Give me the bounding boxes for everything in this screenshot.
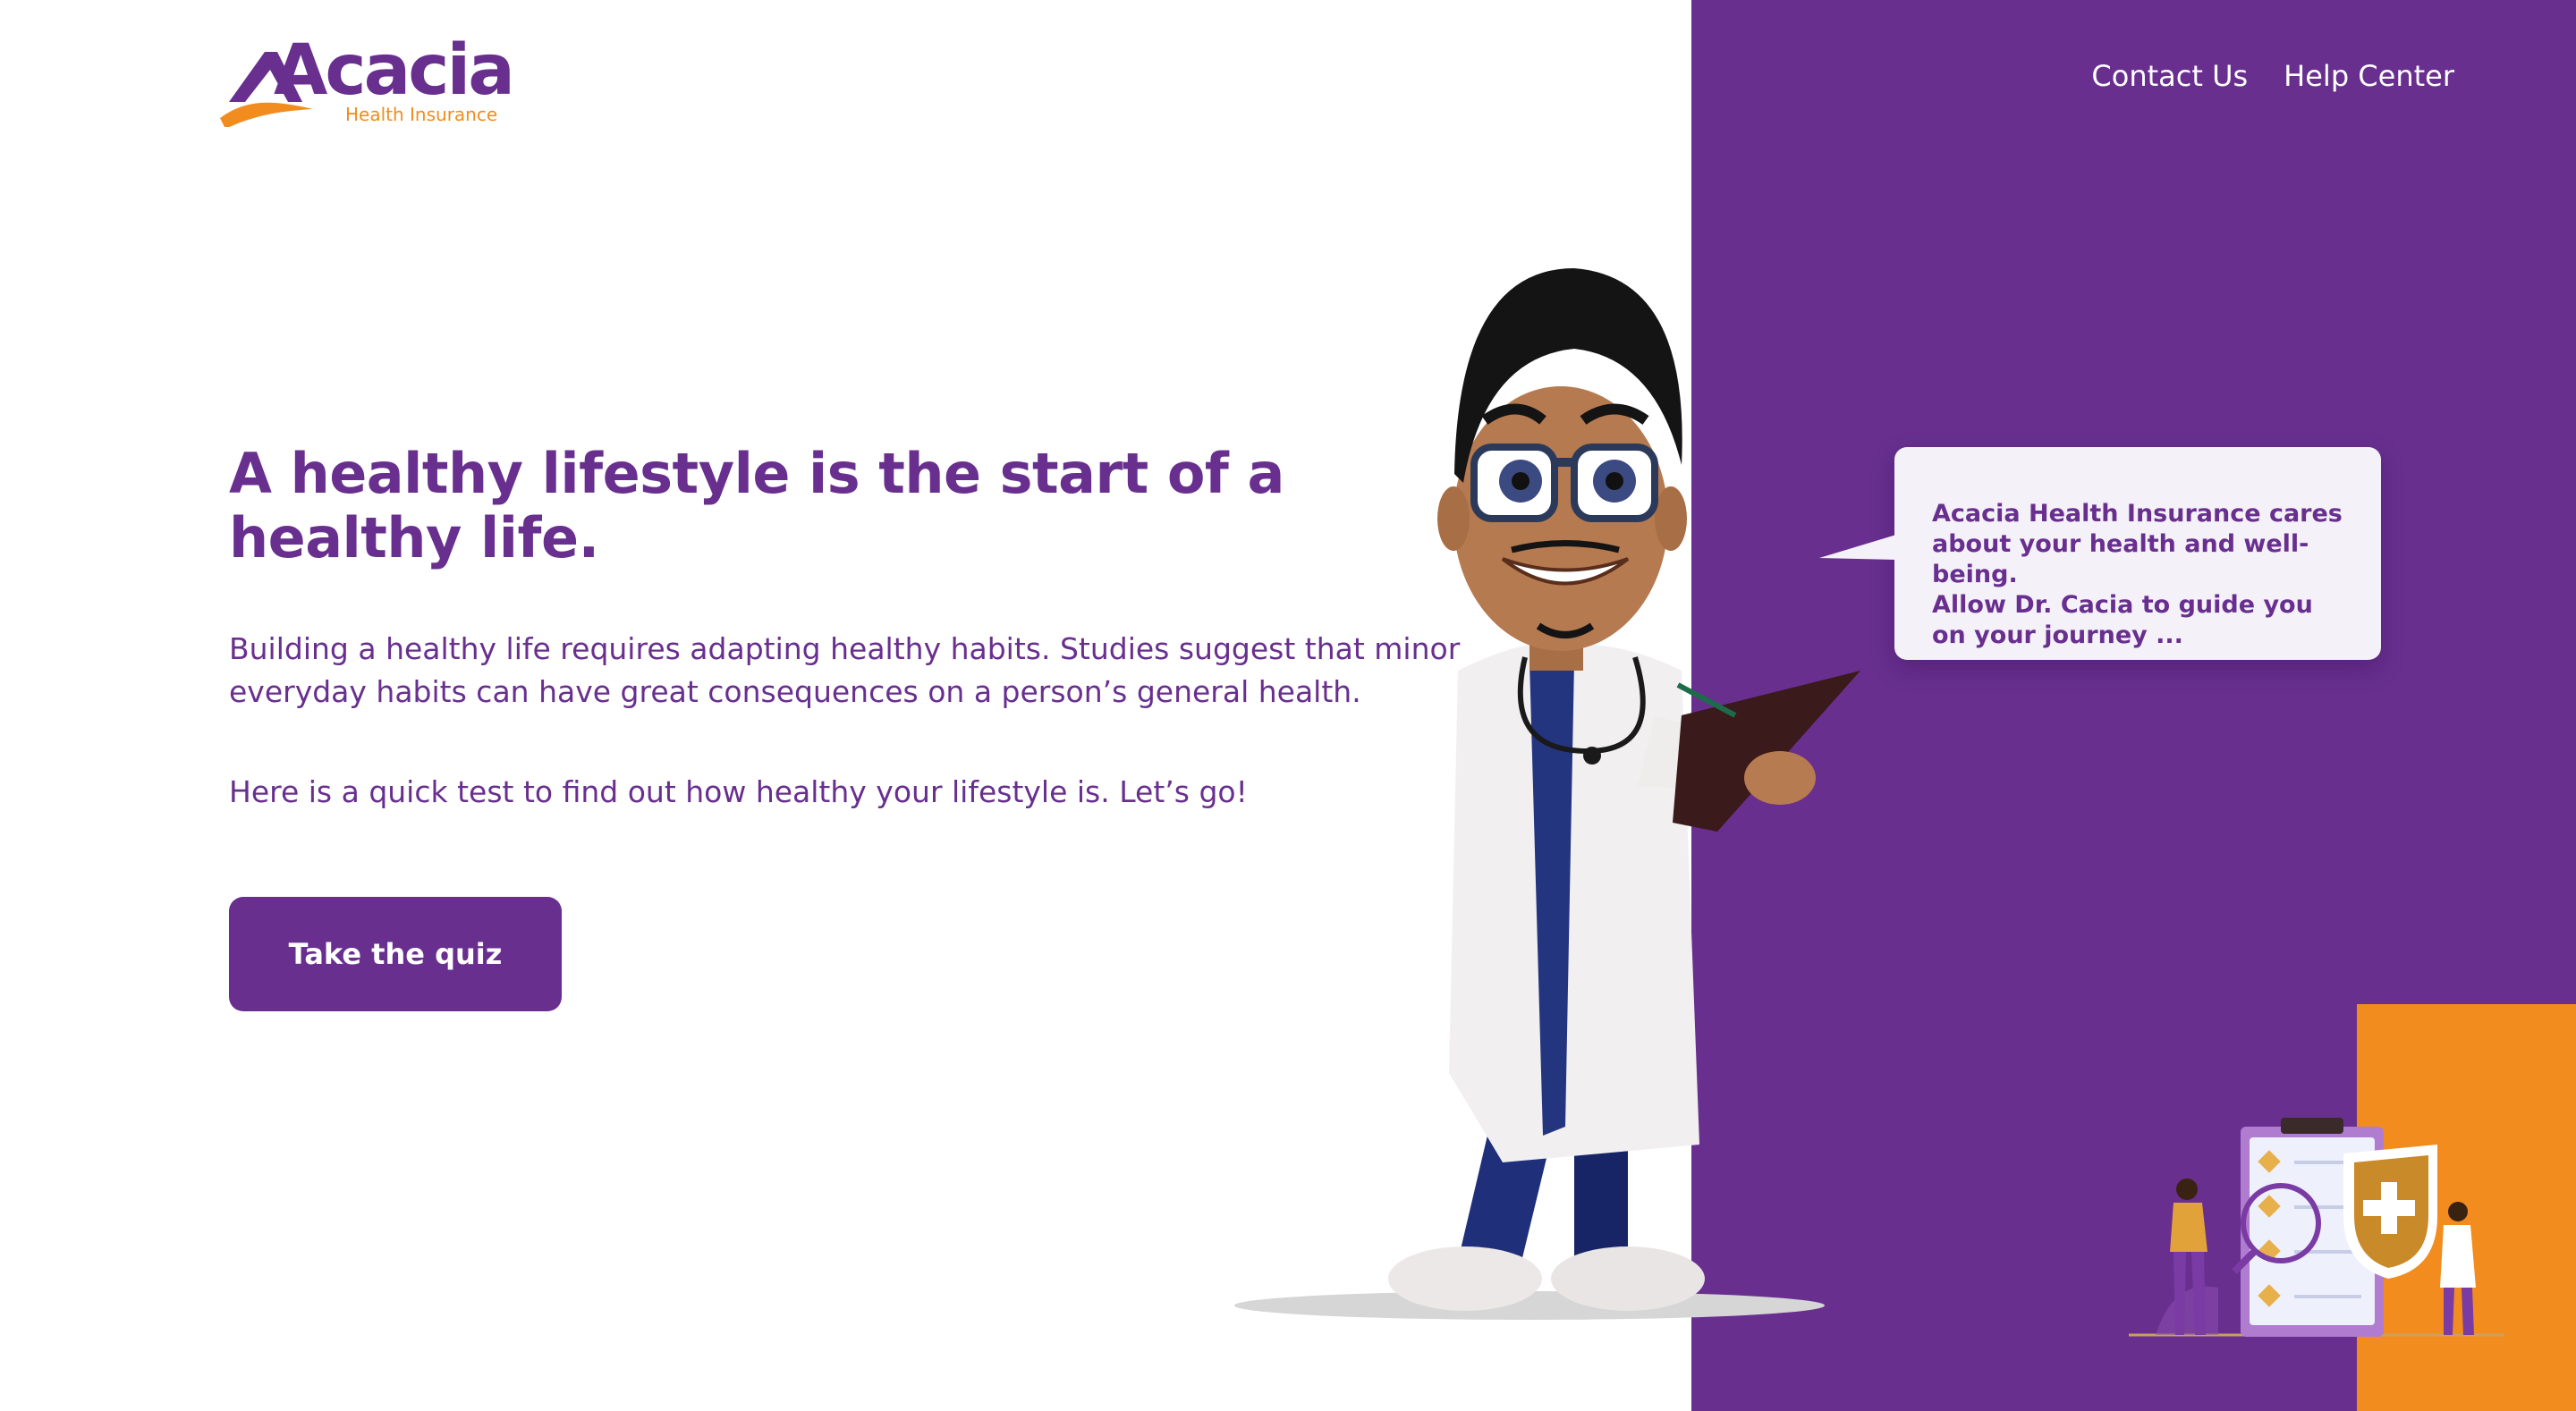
bubble-line-2: about your health and well-being. [1932,530,2309,588]
bubble-line-1: Acacia Health Insurance cares [1932,500,2343,528]
bubble-line-4: on your journey ... [1932,621,2183,649]
take-quiz-button[interactable]: Take the quiz [229,897,562,1011]
nav-help-center[interactable]: Help Center [2284,59,2454,93]
nav-contact-us[interactable]: Contact Us [2091,59,2248,93]
doctor-illustration [1234,268,1860,1320]
bubble-line-3: Allow Dr. Cacia to guide you [1932,591,2313,619]
brand-tagline: Health Insurance [345,104,498,125]
brand-name: Acacia [274,30,515,111]
brand-logo[interactable]: Acacia Health Insurance [220,36,515,129]
top-nav: Contact Us Help Center [2091,59,2454,93]
speech-bubble: Acacia Health Insurance cares about your… [1894,447,2381,660]
health-shield-illustration [2129,1118,2504,1337]
